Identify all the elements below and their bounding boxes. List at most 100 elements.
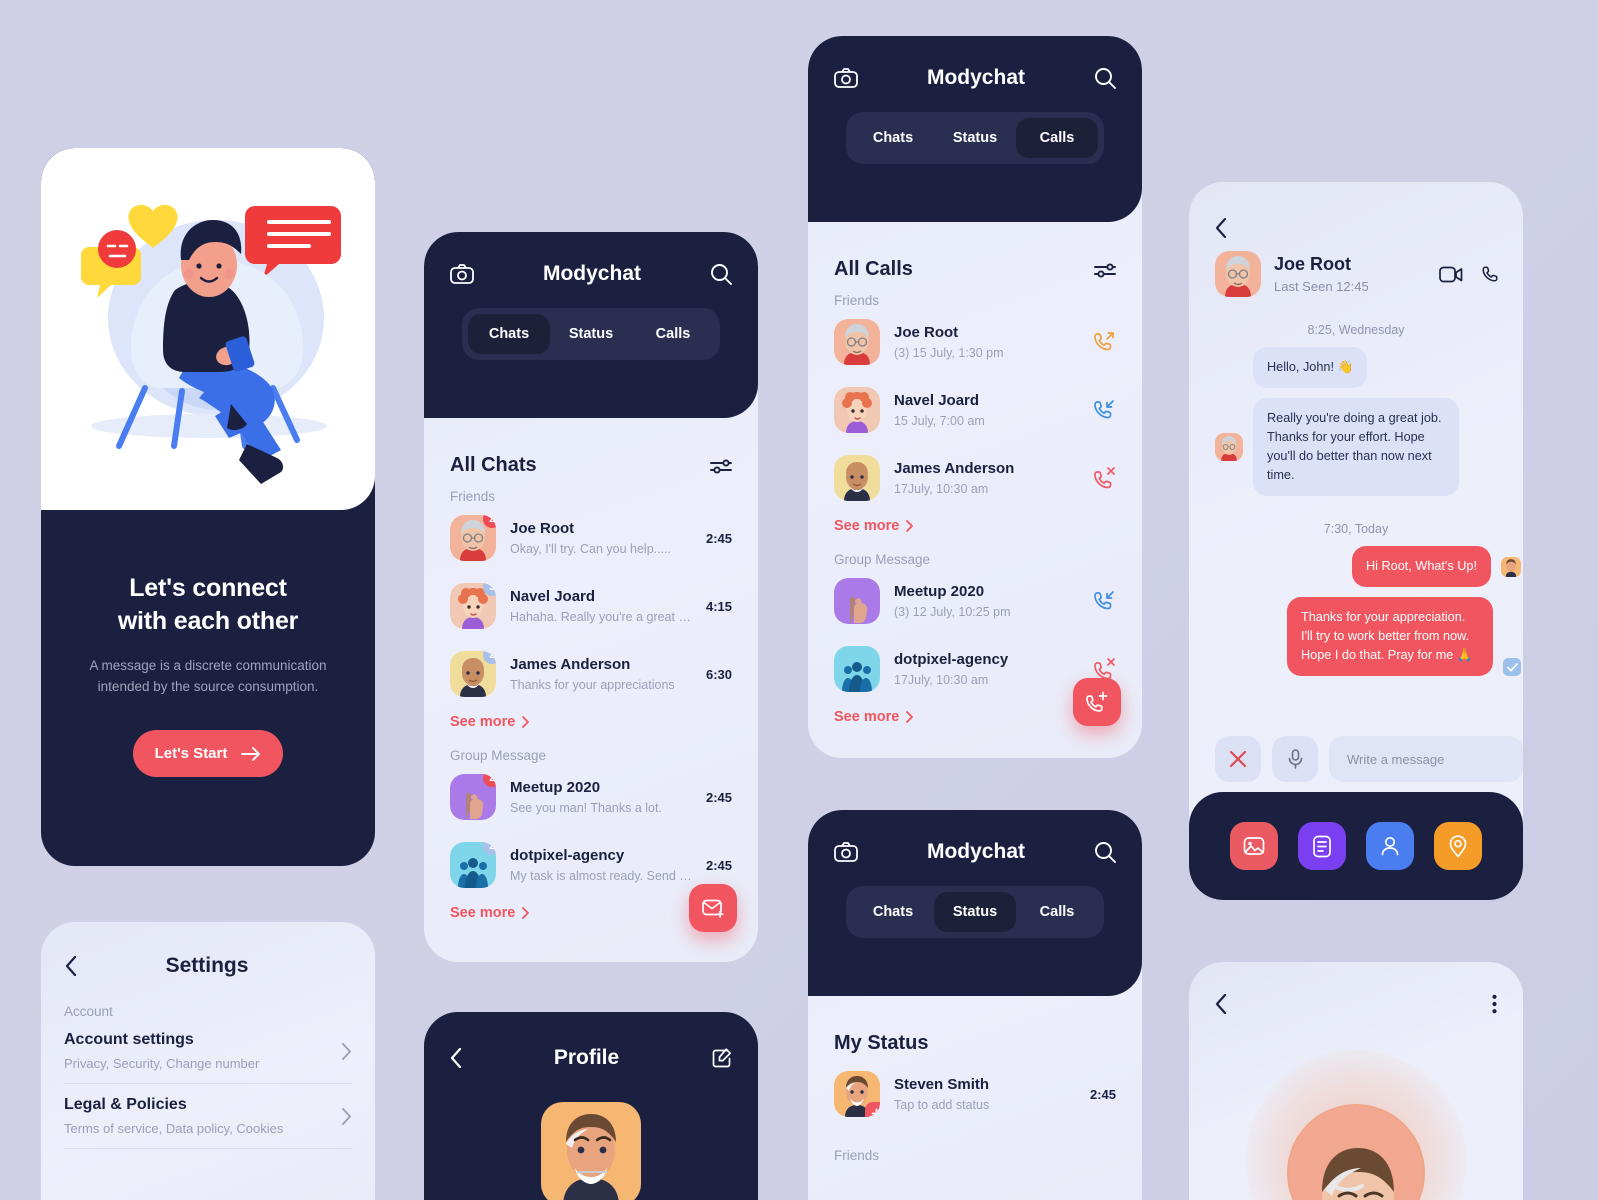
attach-document-button[interactable] xyxy=(1298,822,1346,870)
search-icon[interactable] xyxy=(1094,67,1116,89)
call-missed-icon[interactable] xyxy=(1092,466,1116,490)
call-list-item[interactable]: Joe Root (3) 15 July, 1:30 pm xyxy=(808,308,1142,376)
tab-calls[interactable]: Calls xyxy=(632,314,714,354)
close-icon xyxy=(1229,750,1247,768)
call-name: Meetup 2020 xyxy=(894,583,985,600)
group-label: Group Message xyxy=(450,748,547,763)
chat-preview: Thanks for your appreciations xyxy=(510,678,675,692)
friends-label: Friends xyxy=(450,489,496,504)
app-title: Modychat xyxy=(926,840,1025,863)
video-call-icon[interactable] xyxy=(1439,266,1463,283)
camera-icon[interactable] xyxy=(834,842,858,862)
chat-preview: My task is almost ready. Send it.. xyxy=(510,869,692,883)
chevron-right-icon xyxy=(906,520,914,532)
call-detail: (3) 12 July, 10:25 pm xyxy=(894,605,1011,619)
avatar: 2 xyxy=(450,774,496,820)
voice-record-button[interactable] xyxy=(1272,736,1318,782)
message-row: Hello, John! 👋 xyxy=(1189,337,1523,389)
onboarding-illustration xyxy=(41,148,375,510)
message-composer: Write a message xyxy=(1215,736,1523,782)
sliders-icon[interactable] xyxy=(1094,262,1116,278)
onboarding-title-line2: with each other xyxy=(117,607,299,636)
call-incoming-icon[interactable] xyxy=(1092,398,1116,422)
tab-status[interactable]: Status xyxy=(550,314,632,354)
attach-contact-button[interactable] xyxy=(1366,822,1414,870)
tab-chats[interactable]: Chats xyxy=(852,892,934,932)
tab-status[interactable]: Status xyxy=(934,118,1016,158)
section-title: My Status xyxy=(834,1032,929,1054)
avatar xyxy=(834,646,880,692)
call-list-item[interactable]: Navel Joard 15 July, 7:00 am xyxy=(808,376,1142,444)
tab-status[interactable]: Status xyxy=(934,892,1016,932)
status-subtitle: Tap to add status xyxy=(894,1098,990,1112)
app-header: Modychat Chats Status Calls xyxy=(424,232,758,418)
settings-item-title: Account settings xyxy=(64,1031,194,1048)
chat-time: 2:45 xyxy=(705,857,732,873)
group-label: Group Message xyxy=(834,552,931,567)
chevron-right-icon xyxy=(342,1107,351,1125)
camera-icon[interactable] xyxy=(834,68,858,88)
search-icon[interactable] xyxy=(710,263,732,285)
conversation-screen: Joe Root Last Seen 12:45 8:25, Wednesday… xyxy=(1189,182,1523,900)
status-screen: Modychat Chats Status Calls My Status St… xyxy=(808,810,1142,1200)
more-vertical-icon[interactable] xyxy=(1492,994,1497,1014)
chat-list-item[interactable]: 2 James Anderson Thanks for your appreci… xyxy=(424,640,758,708)
settings-item-legal[interactable]: Legal & Policies Terms of service, Data … xyxy=(41,1084,375,1148)
contact-status: Last Seen 12:45 xyxy=(1274,279,1369,294)
call-outgoing-icon[interactable] xyxy=(1092,330,1116,354)
message-input[interactable]: Write a message xyxy=(1329,736,1523,782)
contact-icon xyxy=(1381,836,1399,856)
back-button[interactable] xyxy=(1189,182,1523,243)
chevron-left-icon[interactable] xyxy=(65,956,77,976)
see-more-friends-button[interactable]: See more xyxy=(424,708,758,730)
tab-calls[interactable]: Calls xyxy=(1016,892,1098,932)
add-status-button[interactable] xyxy=(865,1102,880,1117)
chat-list-item[interactable]: 3 Navel Joard Hahaha. Really you're a gr… xyxy=(424,572,758,640)
sliders-icon[interactable] xyxy=(710,458,732,474)
edit-icon[interactable] xyxy=(711,1047,732,1069)
section-title: All Calls xyxy=(834,258,913,280)
settings-item-account[interactable]: Account settings Privacy, Security, Chan… xyxy=(41,1019,375,1083)
new-message-fab[interactable] xyxy=(689,884,737,932)
call-incoming-icon[interactable] xyxy=(1092,589,1116,613)
onboarding-card: Let's connect with each other A message … xyxy=(41,148,375,866)
call-name: James Anderson xyxy=(894,460,1015,477)
call-list-item[interactable]: James Anderson 17July, 10:30 am xyxy=(808,444,1142,512)
add-call-fab[interactable] xyxy=(1073,678,1121,726)
chevron-left-icon[interactable] xyxy=(450,1048,462,1068)
message-bubble-incoming: Hello, John! 👋 xyxy=(1253,347,1368,389)
chevron-right-icon xyxy=(522,716,530,728)
tab-calls[interactable]: Calls xyxy=(1016,118,1098,158)
see-more-label: See more xyxy=(834,709,900,725)
phone-icon[interactable] xyxy=(1481,264,1501,284)
my-status-item[interactable]: Steven Smith Tap to add status 2:45 xyxy=(808,1055,1142,1128)
attach-image-button[interactable] xyxy=(1230,822,1278,870)
app-title: Modychat xyxy=(542,262,641,285)
avatar: 3 xyxy=(450,583,496,629)
arrow-right-icon xyxy=(241,746,261,761)
tab-bar: Chats Status Calls xyxy=(462,308,720,360)
tab-chats[interactable]: Chats xyxy=(852,118,934,158)
chat-list-item[interactable]: 2 Meetup 2020 See you man! Thanks a lot.… xyxy=(424,763,758,831)
lets-start-button[interactable]: Let's Start xyxy=(133,730,283,778)
chevron-right-icon xyxy=(342,1042,351,1060)
close-composer-button[interactable] xyxy=(1215,736,1261,782)
day-divider: 8:25, Wednesday xyxy=(1307,323,1405,337)
call-list-item[interactable]: Meetup 2020 (3) 12 July, 10:25 pm xyxy=(808,567,1142,635)
chevron-left-icon xyxy=(1215,217,1227,239)
microphone-icon xyxy=(1288,749,1302,769)
tab-bar: Chats Status Calls xyxy=(846,112,1104,164)
chevron-left-icon[interactable] xyxy=(1215,994,1227,1014)
settings-group-label: Account xyxy=(64,1004,113,1019)
camera-icon[interactable] xyxy=(450,264,474,284)
avatar xyxy=(1215,433,1243,462)
onboarding-title-line1: Let's connect xyxy=(129,574,287,602)
tab-chats[interactable]: Chats xyxy=(468,314,550,354)
search-icon[interactable] xyxy=(1094,841,1116,863)
avatar xyxy=(834,455,880,501)
chat-list-item[interactable]: 2 Joe Root Okay, I'll try. Can you help.… xyxy=(424,504,758,572)
chat-name: Navel Joard xyxy=(510,588,596,605)
attach-location-button[interactable] xyxy=(1434,822,1482,870)
see-more-friends-button[interactable]: See more xyxy=(808,512,1142,534)
document-icon xyxy=(1313,835,1331,857)
